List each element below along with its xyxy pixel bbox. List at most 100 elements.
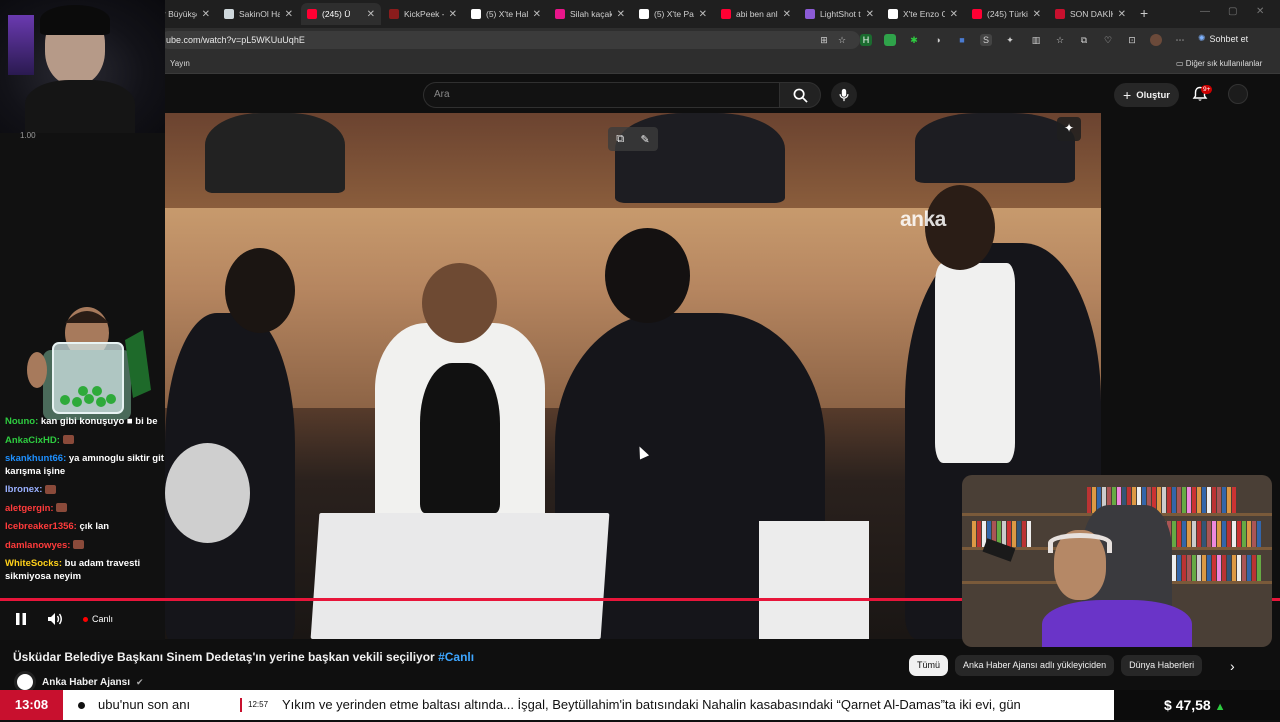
- browser-tab[interactable]: (245) Ü ✕: [301, 3, 381, 25]
- ticker-headline: ubu'nun son anı: [98, 697, 191, 712]
- chat-username[interactable]: damlanowyes:: [5, 540, 70, 551]
- tab-close-icon[interactable]: ✕: [1033, 9, 1041, 20]
- favorites-icon[interactable]: ☆: [1054, 34, 1066, 46]
- extension-icon[interactable]: S: [980, 34, 992, 46]
- live-indicator[interactable]: Canlı: [83, 614, 113, 624]
- picture-in-picture-icon[interactable]: ⧉: [616, 133, 624, 146]
- bookmark-star-icon[interactable]: ☆: [836, 34, 848, 46]
- usd-price-widget: $ 47,58 ▲: [1114, 690, 1280, 720]
- extension-icon[interactable]: [884, 34, 896, 46]
- news-ticker: 13:08 ubu'nun son anı 12:57 Yıkım ve yer…: [0, 690, 1280, 720]
- tab-favicon-icon: [639, 9, 649, 19]
- maximize-icon[interactable]: ▢: [1228, 6, 1237, 17]
- ticker-time: 12:57: [248, 700, 269, 709]
- person-figure: [205, 113, 345, 193]
- chat-message: Ibronex:: [5, 484, 168, 497]
- chat-username[interactable]: skankhunt66:: [5, 453, 66, 464]
- hashtag-link[interactable]: #Canlı: [438, 650, 474, 664]
- guest-shirt: [1042, 600, 1192, 647]
- channel-name[interactable]: Anka Haber Ajansı: [42, 677, 130, 688]
- collections-icon[interactable]: ⧉: [1078, 34, 1090, 46]
- browser-tab[interactable]: LightShot ta ✕: [799, 3, 880, 25]
- tab-close-icon[interactable]: ✕: [202, 9, 210, 20]
- create-button[interactable]: + Oluştur: [1114, 83, 1179, 107]
- video-player[interactable]: anka ⧉ ✎ ✦: [165, 113, 1101, 639]
- tab-close-icon[interactable]: ✕: [449, 9, 457, 20]
- new-tab-button[interactable]: +: [1140, 5, 1148, 21]
- extension-icon[interactable]: ■: [956, 34, 968, 46]
- bookmark-item[interactable]: Yayın: [170, 59, 190, 68]
- more-menu-icon[interactable]: ⋯: [1174, 34, 1186, 46]
- split-view-icon[interactable]: ▥: [1030, 34, 1042, 46]
- chat-message: Nouno: kan gibi konuşuyo ■ bi be: [5, 416, 168, 429]
- tab-close-icon[interactable]: ✕: [617, 9, 625, 20]
- channel-avatar[interactable]: [1228, 84, 1248, 104]
- voice-search-button[interactable]: [831, 82, 857, 108]
- install-app-icon[interactable]: ⊞: [818, 34, 830, 46]
- puzzle-icon[interactable]: ✦: [1004, 34, 1016, 46]
- tab-close-icon[interactable]: ✕: [699, 9, 707, 20]
- other-bookmarks-folder[interactable]: ▭ Diğer sık kullanılanlar: [1176, 59, 1262, 68]
- ticker-clock: 13:08: [0, 690, 63, 720]
- volume-icon[interactable]: [47, 612, 63, 626]
- browser-tab[interactable]: Silah kaçakçı ✕: [549, 3, 631, 25]
- screenshot-icon[interactable]: ⊡: [1126, 34, 1138, 46]
- pause-icon[interactable]: [15, 613, 27, 625]
- close-window-icon[interactable]: ✕: [1256, 6, 1264, 17]
- browser-tab[interactable]: abi ben anla ✕: [715, 3, 797, 25]
- ai-sparkle-button[interactable]: ✦: [1057, 117, 1081, 141]
- tab-title: (5) X'te Halit: [486, 9, 528, 19]
- chat-message: WhiteSocks: bu adam travesti sikmiyosa n…: [5, 558, 168, 583]
- tab-close-icon[interactable]: ✕: [950, 9, 958, 20]
- tab-title: ir Büyükşe: [161, 9, 197, 19]
- folder-icon: ▭: [1176, 59, 1186, 68]
- tab-close-icon[interactable]: ✕: [367, 9, 375, 20]
- browser-tab[interactable]: KickPeek - R ✕: [383, 3, 463, 25]
- background-light: [8, 15, 34, 75]
- search-input[interactable]: Ara: [423, 82, 779, 108]
- currency-symbol: $: [1164, 697, 1172, 713]
- note-icon[interactable]: ✎: [641, 133, 650, 146]
- chat-username[interactable]: Ibronex:: [5, 484, 42, 495]
- tab-close-icon[interactable]: ✕: [1118, 9, 1126, 20]
- heart-icon[interactable]: ♡: [1102, 34, 1114, 46]
- copilot-chat-button[interactable]: ✺ Sohbet et: [1198, 33, 1248, 44]
- chevron-right-icon[interactable]: ›: [1230, 658, 1235, 674]
- filter-chip[interactable]: Dünya Haberleri: [1121, 655, 1203, 676]
- tab-close-icon[interactable]: ✕: [533, 9, 541, 20]
- browser-tab[interactable]: (245) Türkiye ✕: [966, 3, 1047, 25]
- extension-icon[interactable]: ◑: [932, 34, 944, 46]
- chat-username[interactable]: AnkaCixHD:: [5, 435, 60, 446]
- tab-close-icon[interactable]: ✕: [783, 9, 791, 20]
- chat-message: damlanowyes:: [5, 540, 168, 553]
- minimize-icon[interactable]: —: [1200, 6, 1210, 17]
- tab-close-icon[interactable]: ✕: [285, 9, 293, 20]
- filter-chip[interactable]: Anka Haber Ajansı adlı yükleyiciden: [955, 655, 1115, 676]
- tab-title: LightShot ta: [820, 9, 861, 19]
- search-icon: [793, 88, 808, 103]
- profile-avatar[interactable]: [1150, 34, 1162, 46]
- browser-tab-strip: ir Büyükşe✕SakinOl Hab✕(245) Ü✕KickPeek …: [0, 0, 1280, 28]
- url-field[interactable]: ube.com/watch?v=pL5WKUuUqhE: [160, 31, 860, 49]
- chat-text: çık lan: [79, 521, 110, 532]
- browser-tab[interactable]: SakinOl Hab ✕: [218, 3, 299, 25]
- chat-username[interactable]: Nouno:: [5, 416, 38, 427]
- filter-chip[interactable]: Tümü: [909, 655, 949, 676]
- extension-icon[interactable]: H: [860, 34, 872, 46]
- chat-username[interactable]: aletgergin:: [5, 503, 54, 514]
- copilot-icon: ✺: [1198, 33, 1206, 43]
- chat-emote-icon: [56, 503, 68, 513]
- tab-close-icon[interactable]: ✕: [866, 9, 874, 20]
- tab-favicon-icon: [389, 9, 399, 19]
- browser-tab[interactable]: (5) X'te Pasc ✕: [633, 3, 713, 25]
- guest-webcam: [962, 475, 1272, 647]
- search-button[interactable]: [779, 82, 821, 108]
- tab-favicon-icon: [1055, 9, 1065, 19]
- chat-username[interactable]: Icebreaker1356:: [5, 521, 77, 532]
- browser-tab[interactable]: SON DAKİKA ✕: [1049, 3, 1132, 25]
- chat-username[interactable]: WhiteSocks:: [5, 558, 62, 569]
- streamer-jar-animation: [27, 307, 151, 420]
- browser-tab[interactable]: (5) X'te Halit ✕: [465, 3, 547, 25]
- browser-tab[interactable]: X'te Enzo Co ✕: [882, 3, 964, 25]
- extension-icon[interactable]: ✱: [908, 34, 920, 46]
